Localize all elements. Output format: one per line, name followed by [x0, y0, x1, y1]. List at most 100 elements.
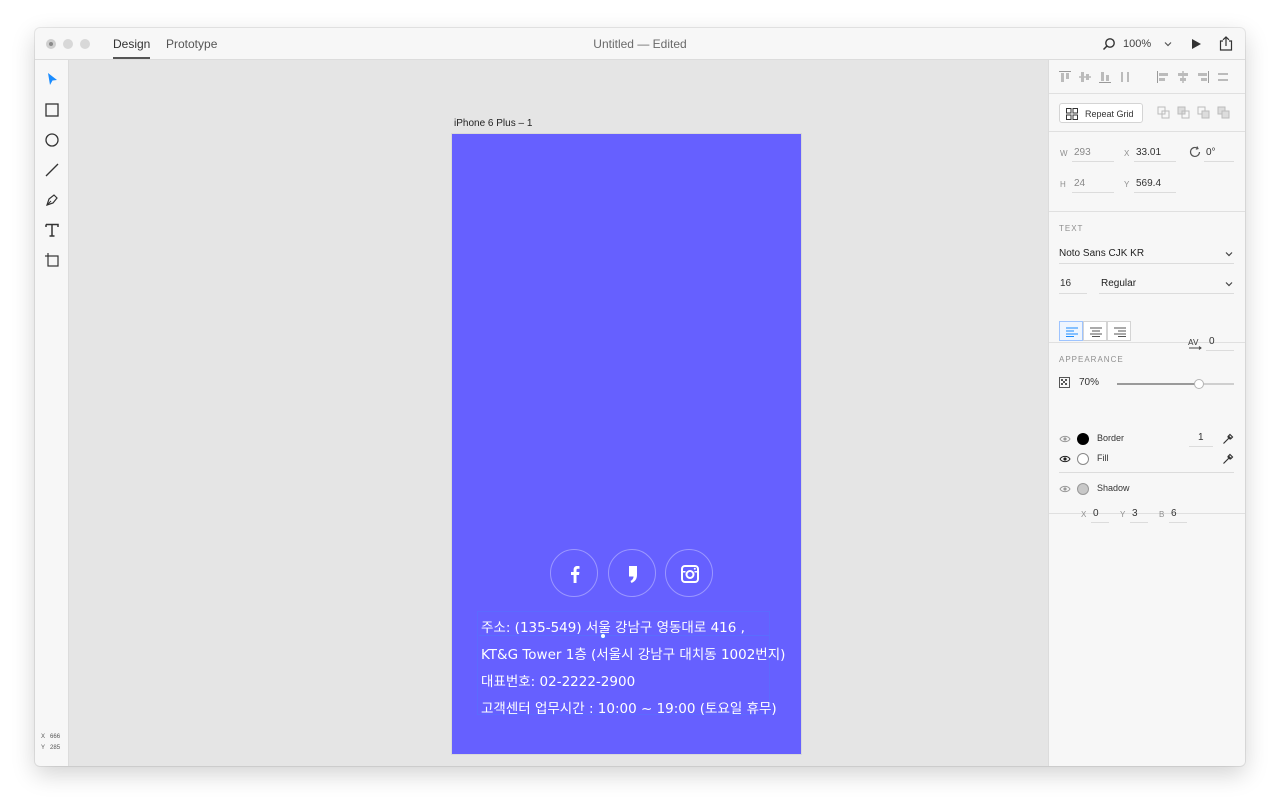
pen-tool-icon[interactable]	[44, 192, 60, 208]
y-field[interactable]: 569.4	[1136, 178, 1161, 189]
cursor-y-value: 285	[50, 745, 61, 751]
artboard-label[interactable]: iPhone 6 Plus – 1	[454, 118, 532, 129]
font-family-dropdown[interactable]: Noto Sans CJK KR	[1059, 248, 1144, 259]
rotation-field[interactable]: 0°	[1206, 147, 1216, 158]
zoom-level[interactable]: 100%	[1123, 38, 1151, 50]
facebook-icon	[571, 566, 580, 583]
text-align-group	[1059, 321, 1133, 341]
shadow-x-label: X	[1081, 510, 1087, 519]
minimize-window-button[interactable]	[63, 39, 73, 49]
repeat-grid-section: Repeat Grid	[1049, 94, 1245, 132]
x-label: X	[1124, 149, 1130, 158]
shadow-x-field[interactable]: 0	[1093, 508, 1099, 519]
instagram-icon	[681, 565, 699, 583]
fill-label: Fill	[1097, 453, 1109, 463]
line-tool-icon[interactable]	[44, 162, 60, 178]
instagram-button[interactable]	[665, 549, 713, 597]
building-line: KT&G Tower 1층 (서울시 강남구 대치동 1002번지)	[481, 647, 786, 663]
y-underline	[1134, 192, 1176, 193]
shadow-color-swatch[interactable]	[1077, 483, 1089, 495]
opacity-slider-fill	[1117, 383, 1199, 385]
rotation-underline	[1204, 161, 1234, 162]
eyedropper-icon[interactable]	[1222, 433, 1234, 445]
cursor-y-readout: Y 285	[41, 743, 60, 754]
distribute-vertical-icon[interactable]	[1118, 70, 1132, 84]
font-size-field[interactable]: 16	[1060, 278, 1071, 289]
fill-color-swatch[interactable]	[1077, 453, 1089, 465]
intersect-boolean-icon[interactable]	[1197, 106, 1210, 119]
subtract-boolean-icon[interactable]	[1177, 106, 1190, 119]
facebook-button[interactable]	[550, 549, 598, 597]
chevron-down-icon[interactable]	[1224, 279, 1234, 289]
distribute-horizontal-icon[interactable]	[1216, 70, 1230, 84]
border-width-underline	[1189, 446, 1213, 447]
shadow-y-field[interactable]: 3	[1132, 508, 1138, 519]
border-color-swatch[interactable]	[1077, 433, 1089, 445]
tools-toolbar: X 666 Y 285	[35, 60, 69, 766]
font-size-underline	[1059, 293, 1087, 294]
eye-icon[interactable]	[1059, 454, 1071, 464]
font-family-underline	[1059, 263, 1234, 264]
tab-prototype[interactable]: Prototype	[166, 37, 217, 59]
shadow-blur-field[interactable]: 6	[1171, 508, 1177, 519]
height-underline	[1072, 192, 1114, 193]
ellipse-tool-icon[interactable]	[44, 132, 60, 148]
shadow-blur-label: B	[1159, 510, 1165, 519]
width-field[interactable]: 293	[1074, 147, 1091, 158]
exclude-boolean-icon[interactable]	[1217, 106, 1230, 119]
x-field[interactable]: 33.01	[1136, 147, 1161, 158]
address-text-box[interactable]: 주소: (135-549) 서울 강남구 영동대로 416 , KT&G Tow…	[477, 611, 785, 717]
artboard[interactable]: 주소: (135-549) 서울 강남구 영동대로 416 , KT&G Tow…	[452, 134, 801, 754]
share-icon[interactable]	[1219, 36, 1233, 51]
align-right-icon[interactable]	[1196, 70, 1210, 84]
height-field[interactable]: 24	[1074, 178, 1085, 189]
cursor-x-value: 666	[50, 734, 61, 740]
cursor-y-label: Y	[41, 745, 46, 751]
rectangle-tool-icon[interactable]	[44, 102, 60, 118]
zoom-window-button[interactable]	[80, 39, 90, 49]
tab-design[interactable]: Design	[113, 37, 151, 59]
eye-icon[interactable]	[1059, 484, 1071, 494]
close-window-button[interactable]	[46, 39, 56, 49]
opacity-field[interactable]: 70%	[1079, 377, 1099, 388]
text-align-left-icon	[1066, 327, 1078, 337]
shadow-blur-underline	[1169, 522, 1187, 523]
repeat-grid-button[interactable]: Repeat Grid	[1059, 103, 1143, 123]
chevron-down-icon[interactable]	[1224, 249, 1234, 259]
border-width-field[interactable]: 1	[1198, 432, 1204, 443]
cursor-x-label: X	[41, 734, 46, 740]
add-boolean-icon[interactable]	[1157, 106, 1170, 119]
text-align-left-button[interactable]	[1059, 321, 1083, 341]
appearance-section-title: APPEARANCE	[1059, 355, 1124, 364]
align-center-icon[interactable]	[1176, 70, 1190, 84]
eye-icon[interactable]	[1059, 434, 1071, 444]
text-align-center-button[interactable]	[1083, 321, 1107, 341]
width-label: W	[1060, 149, 1069, 158]
design-canvas[interactable]: iPhone 6 Plus – 1 주소: (135-549) 서울 강남구 영…	[69, 60, 1048, 766]
play-icon[interactable]	[1190, 38, 1202, 50]
text-align-right-button[interactable]	[1107, 321, 1131, 341]
hours-line: 고객센터 업무시간 : 10:00 ~ 19:00 (토요일 휴무)	[481, 701, 777, 717]
eyedropper-icon[interactable]	[1222, 453, 1234, 465]
select-tool-icon[interactable]	[44, 72, 60, 88]
property-inspector: Repeat Grid W 293 X 33.01 0° H 24 Y 569.…	[1048, 60, 1245, 766]
align-middle-icon[interactable]	[1078, 70, 1092, 84]
appearance-divider	[1059, 472, 1234, 473]
align-top-icon[interactable]	[1058, 70, 1072, 84]
selection-handle[interactable]	[600, 633, 606, 639]
opacity-slider[interactable]	[1117, 379, 1234, 389]
align-bottom-icon[interactable]	[1098, 70, 1112, 84]
text-align-right-icon	[1114, 327, 1126, 337]
align-left-icon[interactable]	[1156, 70, 1170, 84]
search-icon[interactable]	[1102, 37, 1116, 51]
font-weight-dropdown[interactable]: Regular	[1101, 278, 1136, 289]
chevron-down-icon[interactable]	[1162, 38, 1174, 50]
y-label: Y	[1124, 180, 1130, 189]
text-section-title: TEXT	[1059, 224, 1084, 233]
artboard-tool-icon[interactable]	[44, 252, 60, 268]
quote-button[interactable]	[608, 549, 656, 597]
shadow-x-underline	[1091, 522, 1109, 523]
address-line: 주소: (135-549) 서울 강남구 영동대로 416 ,	[481, 620, 745, 636]
opacity-slider-knob[interactable]	[1194, 379, 1204, 389]
text-tool-icon[interactable]	[44, 222, 60, 238]
